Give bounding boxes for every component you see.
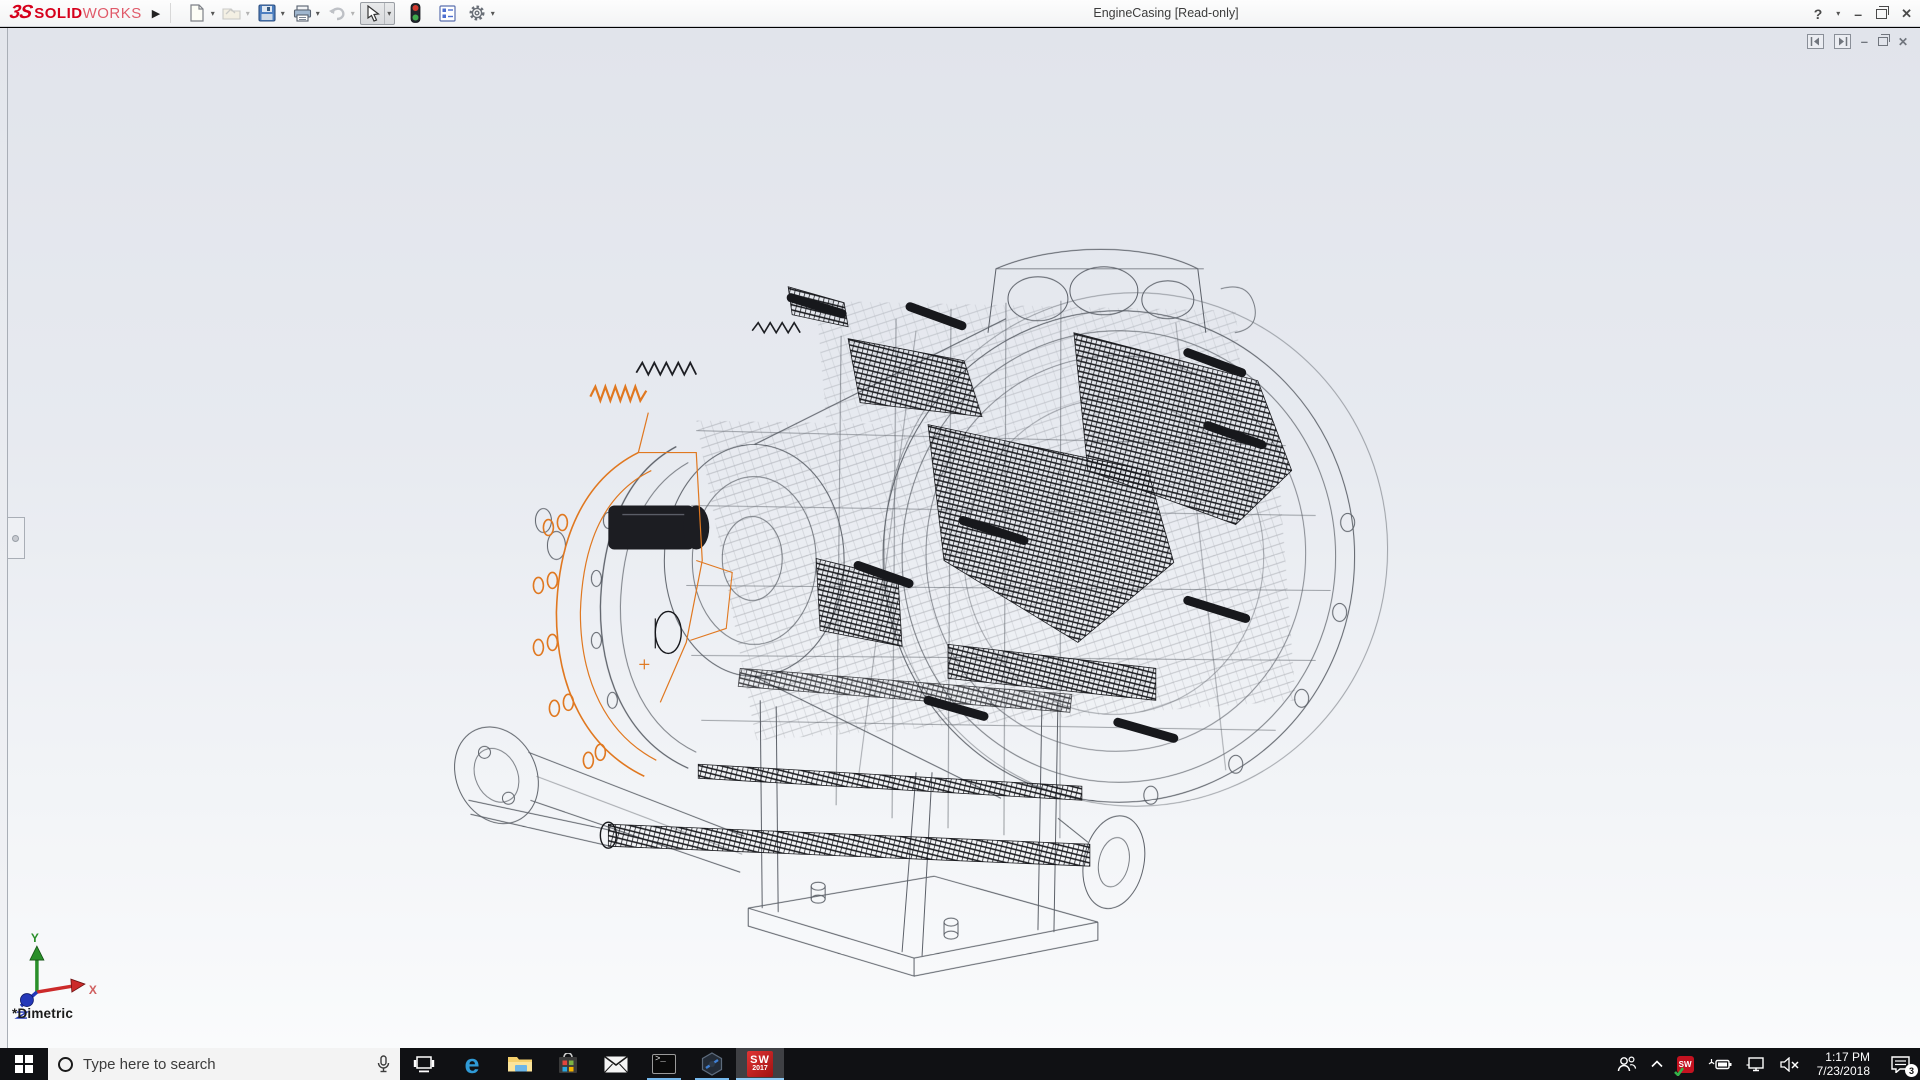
solidworks-logo-text-light: WORKS [83,5,142,22]
options-gear-icon [466,3,488,23]
pane-collapse-left-button[interactable] [1807,34,1824,49]
solidworks-taskbar-button[interactable]: SW 2017 [736,1048,784,1080]
new-document-dropdown[interactable]: ▾ [208,9,217,18]
solidworks-tray-button[interactable]: SW [1670,1048,1701,1080]
new-document-icon [186,3,208,23]
hexagon-app-button[interactable] [688,1048,736,1080]
quick-access-toolbar: ▾ ▾ ▾ ▾ ▾ [185,2,498,25]
select-tool-dropdown[interactable]: ▾ [384,3,393,24]
triad-x-label: X [89,983,97,997]
document-close-button[interactable]: ✕ [1898,35,1908,49]
undo-dropdown[interactable]: ▾ [348,9,357,18]
solidworks-logo-text-bold: SOLID [34,5,82,22]
sw-icon-text: SW [750,1055,770,1065]
search-input[interactable] [83,1056,367,1073]
triad-y-label: Y [31,931,39,945]
open-button[interactable]: ▾ [220,2,253,25]
edge-button[interactable]: e [448,1048,496,1080]
mail-button[interactable] [592,1048,640,1080]
windows-logo-icon [15,1055,33,1073]
pane-expand-right-button[interactable] [1834,34,1851,49]
notification-count-badge: 3 [1905,1064,1918,1077]
clock-date: 7/23/2018 [1817,1064,1870,1078]
splitter-handle-dot [12,535,19,542]
task-view-button[interactable] [400,1048,448,1080]
microphone-icon[interactable] [377,1055,390,1073]
document-window-controls: – ✕ [1807,34,1908,49]
orientation-triad: Y X [17,931,97,1018]
command-prompt-icon: >_ [652,1054,676,1074]
system-tray: SW 1:17 PM 7/23/2018 3 [1610,1048,1920,1080]
network-button[interactable] [1739,1048,1773,1080]
clock-time: 1:17 PM [1825,1050,1870,1064]
file-properties-button[interactable] [435,2,459,25]
save-button[interactable]: ▾ [255,2,288,25]
undo-arrow-icon [326,3,348,23]
people-button[interactable] [1610,1048,1644,1080]
window-minimize-button[interactable]: – [1854,6,1862,22]
cortana-icon [58,1057,73,1072]
edge-icon: e [464,1051,479,1078]
file-explorer-icon [507,1054,533,1074]
window-controls: ? ▾ – ✕ [1814,0,1912,27]
open-dropdown[interactable]: ▾ [243,9,252,18]
menu-flyout-arrow-icon[interactable]: ▶ [152,7,160,20]
command-prompt-button[interactable]: >_ [640,1048,688,1080]
open-folder-icon [221,3,243,23]
options-dropdown[interactable]: ▾ [488,9,497,18]
store-button[interactable] [544,1048,592,1080]
view-orientation-label: *Dimetric [12,1006,73,1021]
window-restore-button[interactable] [1876,9,1887,19]
rebuild-button[interactable] [403,2,427,25]
store-icon [557,1053,579,1075]
volume-button[interactable] [1773,1048,1807,1080]
battery-icon [1708,1058,1732,1071]
file-properties-icon [436,3,458,23]
help-button[interactable]: ? [1814,6,1823,22]
volume-muted-icon [1780,1057,1800,1072]
graphics-viewport[interactable]: Y X – ✕ *Dimetric [0,28,1920,1048]
rebuild-traffic-light-icon [404,3,426,23]
task-view-icon [413,1056,435,1073]
check-badge-icon [1674,1067,1684,1076]
app-titlebar: 3S SOLID WORKS ▶ ▾ ▾ ▾ ▾ [0,0,1920,27]
help-dropdown[interactable]: ▾ [1836,9,1840,18]
document-restore-button[interactable] [1878,37,1888,46]
people-icon [1617,1056,1637,1072]
options-button[interactable]: ▾ [465,2,498,25]
file-explorer-button[interactable] [496,1048,544,1080]
new-document-button[interactable]: ▾ [185,2,218,25]
print-button[interactable]: ▾ [290,2,323,25]
solidworks-logo-mark: 3S [8,2,34,24]
feature-manager-splitter-tab[interactable] [8,517,25,559]
print-icon [291,3,313,23]
tray-overflow-button[interactable] [1644,1048,1670,1080]
select-tool-button[interactable]: ▾ [360,2,395,25]
undo-button[interactable]: ▾ [325,2,358,25]
solidworks-logo: 3S SOLID WORKS [0,2,142,24]
select-cursor-icon [362,3,384,23]
taskbar-search[interactable] [48,1048,400,1080]
engine-casing-wireframe-model[interactable]: Y X [0,28,1920,1048]
solidworks-app-icon: SW 2017 [747,1051,773,1077]
toolbar-separator [170,3,171,23]
sw-icon-year: 2017 [752,1065,768,1073]
window-close-button[interactable]: ✕ [1901,6,1912,22]
hexagon-app-icon [700,1052,724,1076]
save-dropdown[interactable]: ▾ [278,9,287,18]
mail-icon [604,1056,628,1073]
network-icon [1746,1057,1766,1072]
print-dropdown[interactable]: ▾ [313,9,322,18]
feature-manager-splitter[interactable] [0,28,8,1048]
start-button[interactable] [0,1048,48,1080]
chevron-up-icon [1651,1060,1663,1068]
power-button[interactable] [1701,1048,1739,1080]
save-floppy-icon [256,3,278,23]
document-title: EngineCasing [Read-only] [1093,0,1238,27]
windows-taskbar: e >_ SW 2017 SW [0,1048,1920,1080]
action-center-button[interactable]: 3 [1880,1048,1920,1080]
document-minimize-button[interactable]: – [1861,34,1868,49]
taskbar-clock[interactable]: 1:17 PM 7/23/2018 [1807,1050,1880,1078]
